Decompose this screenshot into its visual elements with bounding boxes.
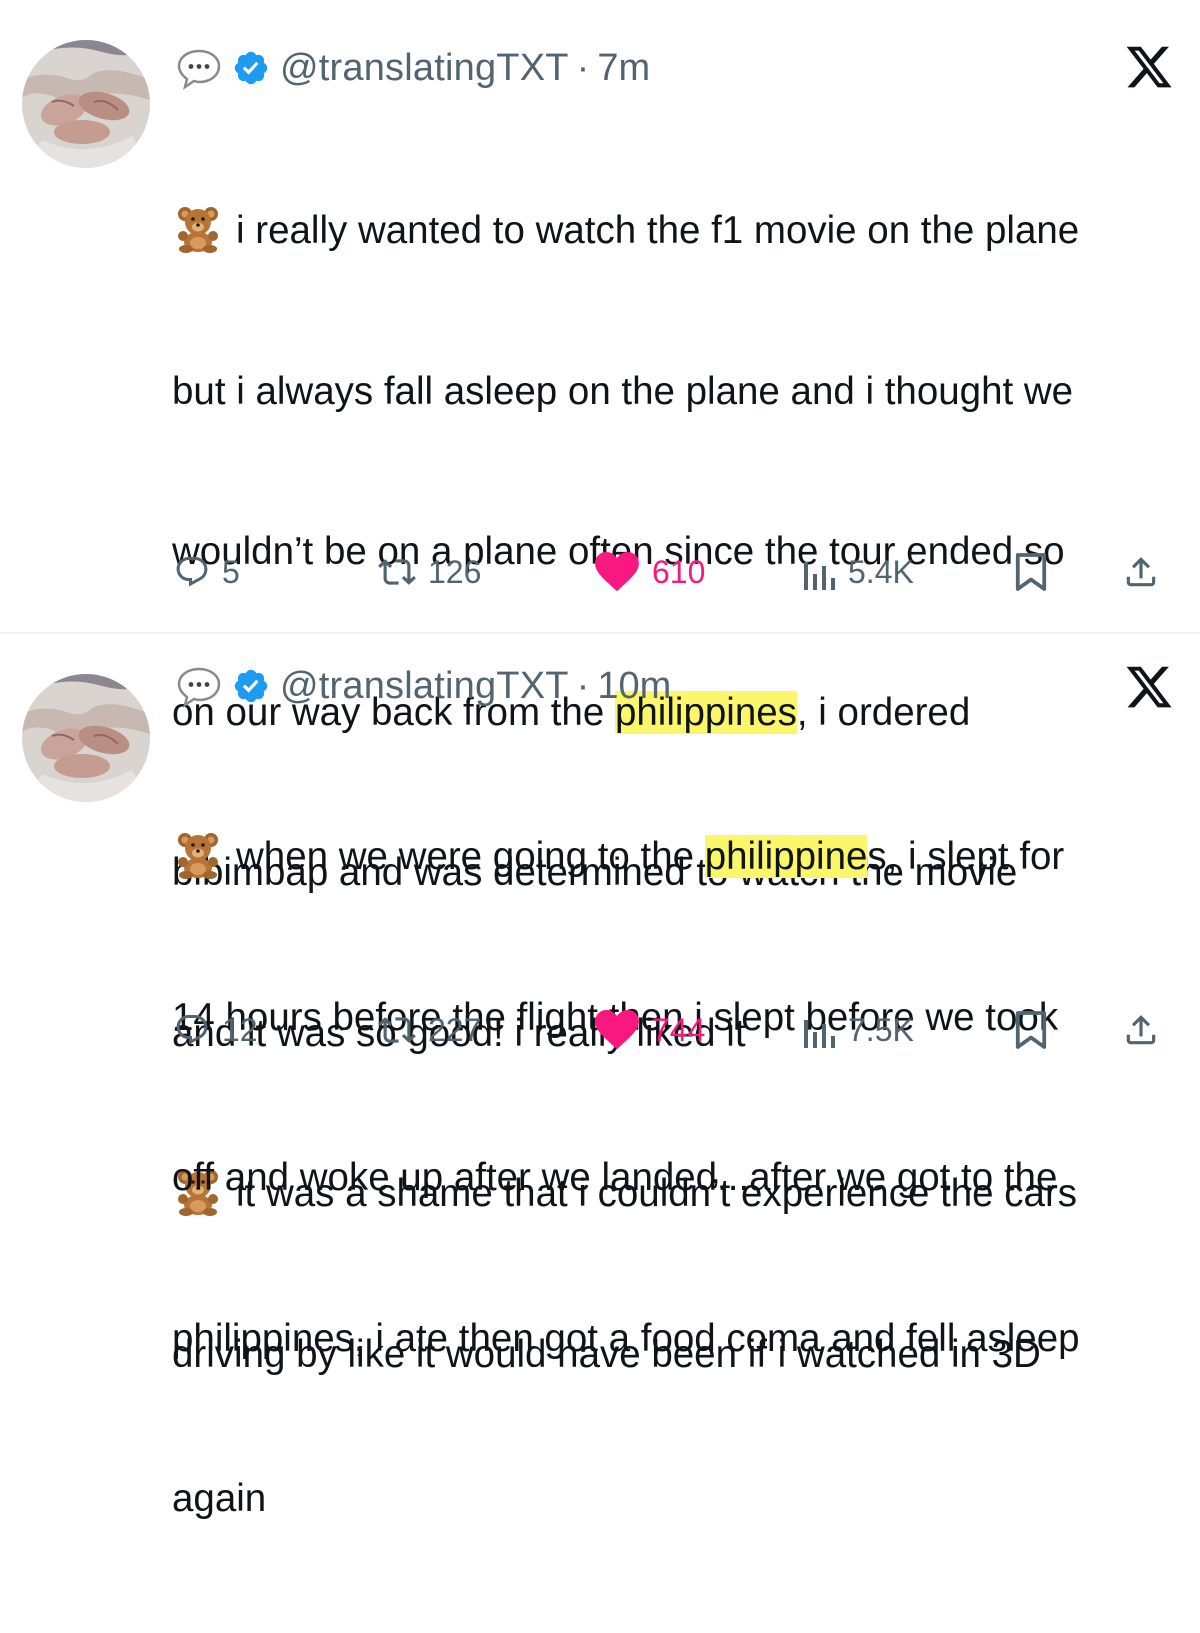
highlighted-word: philippine <box>704 835 868 878</box>
like-button[interactable]: 744 <box>594 1002 705 1058</box>
text-line: again <box>172 1477 267 1520</box>
separator-dot: · <box>576 46 590 89</box>
views-chart-icon <box>804 562 835 590</box>
bookmark-button[interactable] <box>1014 1002 1048 1058</box>
avatar-image <box>22 674 150 802</box>
reply-button[interactable]: 12 <box>174 1002 258 1058</box>
avatar[interactable] <box>22 40 150 168</box>
share-button[interactable] <box>1122 544 1160 600</box>
action-bar: 12 227 744 7.5K <box>172 1002 1172 1058</box>
text-line: but i always fall asleep on the plane an… <box>172 369 1074 413</box>
user-handle[interactable]: @translatingTXT <box>280 47 569 90</box>
verified-badge-icon <box>232 49 270 87</box>
retweet-icon <box>378 1017 416 1043</box>
retweet-count: 126 <box>428 553 482 590</box>
share-icon <box>1126 557 1156 587</box>
heart-filled-icon <box>595 1010 639 1050</box>
views-count: 7.5K <box>848 1011 914 1048</box>
timestamp[interactable]: 10m <box>597 665 671 708</box>
reply-icon <box>176 1015 208 1045</box>
bookmark-icon <box>1015 553 1047 591</box>
action-bar: 5 126 610 5.4K <box>172 544 1172 600</box>
heart-filled-icon <box>595 552 639 592</box>
avatar-image <box>22 40 150 168</box>
teddy-bear-emoji-icon <box>172 205 224 253</box>
bookmark-icon <box>1015 1011 1047 1049</box>
separator-dot: · <box>576 664 590 707</box>
text-line: i really wanted to watch the f1 movie on… <box>172 204 1172 258</box>
retweet-button[interactable]: 126 <box>378 544 481 600</box>
teddy-bear-emoji-icon <box>172 831 224 879</box>
tweet-header: @translatingTXT · 10m <box>176 658 671 714</box>
reply-count: 12 <box>222 1011 258 1048</box>
bookmark-button[interactable] <box>1014 544 1048 600</box>
views-button[interactable]: 5.4K <box>804 544 914 600</box>
share-icon <box>1126 1015 1156 1045</box>
x-logo-icon[interactable] <box>1124 662 1174 712</box>
user-handle[interactable]: @translatingTXT <box>280 665 569 708</box>
speech-bubble-icon <box>176 663 222 709</box>
text-line: philippines, i ate then got a food coma … <box>172 1316 1080 1360</box>
verified-badge-icon <box>232 667 270 705</box>
reply-count: 5 <box>222 553 240 590</box>
tweet-1[interactable]: @translatingTXT · 7m i really wanted to … <box>0 0 1200 1376</box>
retweet-count: 227 <box>428 1011 482 1048</box>
tweet-2[interactable]: @translatingTXT · 10m when we were going… <box>0 634 1200 1520</box>
views-count: 5.4K <box>848 553 914 590</box>
reply-icon <box>176 557 208 587</box>
like-count: 610 <box>652 553 706 590</box>
text-line: when we were going to the philippines, i… <box>172 830 1172 884</box>
share-button[interactable] <box>1122 1002 1160 1058</box>
like-button[interactable]: 610 <box>594 544 705 600</box>
tweet-header: @translatingTXT · 7m <box>176 40 650 96</box>
x-logo-icon[interactable] <box>1124 42 1174 92</box>
views-button[interactable]: 7.5K <box>804 1002 914 1058</box>
reply-button[interactable]: 5 <box>174 544 240 600</box>
retweet-icon <box>378 559 416 585</box>
speech-bubble-icon <box>176 45 222 91</box>
retweet-button[interactable]: 227 <box>378 1002 481 1058</box>
avatar[interactable] <box>22 674 150 802</box>
views-chart-icon <box>804 1020 835 1048</box>
like-count: 744 <box>652 1011 706 1048</box>
tweet-text: when we were going to the philippines, i… <box>172 723 1172 1633</box>
text-line: off and woke up after we landed...after … <box>172 1156 1058 1199</box>
timestamp[interactable]: 7m <box>597 47 650 90</box>
